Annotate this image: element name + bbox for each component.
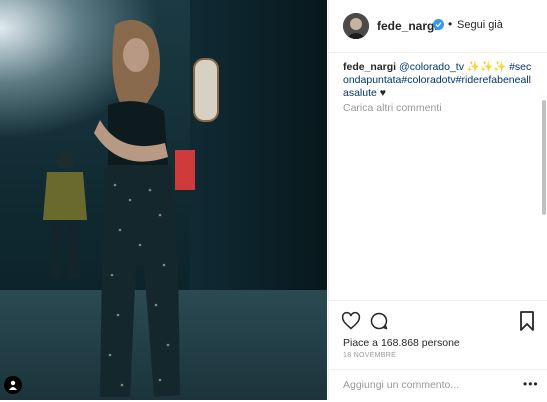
caption-username[interactable]: fede_nargi	[343, 61, 396, 73]
separator-dot: •	[448, 17, 453, 31]
scrollbar-thumb[interactable]	[542, 100, 546, 215]
likes-count[interactable]: Piace a 168.868 persone	[343, 337, 460, 349]
more-options-icon[interactable]: •••	[523, 377, 539, 391]
backstage-sign	[193, 58, 219, 122]
verified-badge-icon	[433, 19, 444, 30]
post-actions: Piace a 168.868 persone 18 NOVEMBRE Aggi…	[329, 300, 547, 401]
heart-icon[interactable]	[341, 311, 361, 331]
post-header: fede_nargi • Segui già	[329, 0, 547, 53]
post-photo[interactable]	[0, 0, 327, 400]
instagram-post: fede_nargi • Segui già fede_nargi @color…	[0, 0, 547, 400]
post-date: 18 NOVEMBRE	[343, 352, 397, 359]
comments-scrollbar[interactable]	[542, 52, 546, 300]
load-more-comments-button[interactable]: Carica altri commenti	[343, 102, 442, 114]
username-link[interactable]: fede_nargi	[377, 19, 438, 33]
caption-emoji: ✨✨✨	[466, 61, 507, 73]
caption-heart: ♥	[379, 87, 387, 99]
bookmark-icon[interactable]	[519, 311, 535, 331]
comment-input[interactable]: Aggiungi un commento...	[343, 379, 459, 391]
post-side-panel: fede_nargi • Segui già fede_nargi @color…	[328, 0, 547, 400]
user-tag-icon[interactable]	[4, 376, 22, 394]
add-comment-bar: Aggiungi un commento... •••	[329, 369, 547, 402]
avatar[interactable]	[343, 13, 369, 39]
caption-mention[interactable]: @colorado_tv	[399, 61, 464, 73]
comment-icon[interactable]	[369, 311, 389, 331]
following-button[interactable]: Segui già	[457, 19, 503, 31]
woman-figure	[94, 19, 180, 397]
post-caption: fede_nargi @colorado_tv ✨✨✨ #secondapunt…	[343, 61, 535, 100]
